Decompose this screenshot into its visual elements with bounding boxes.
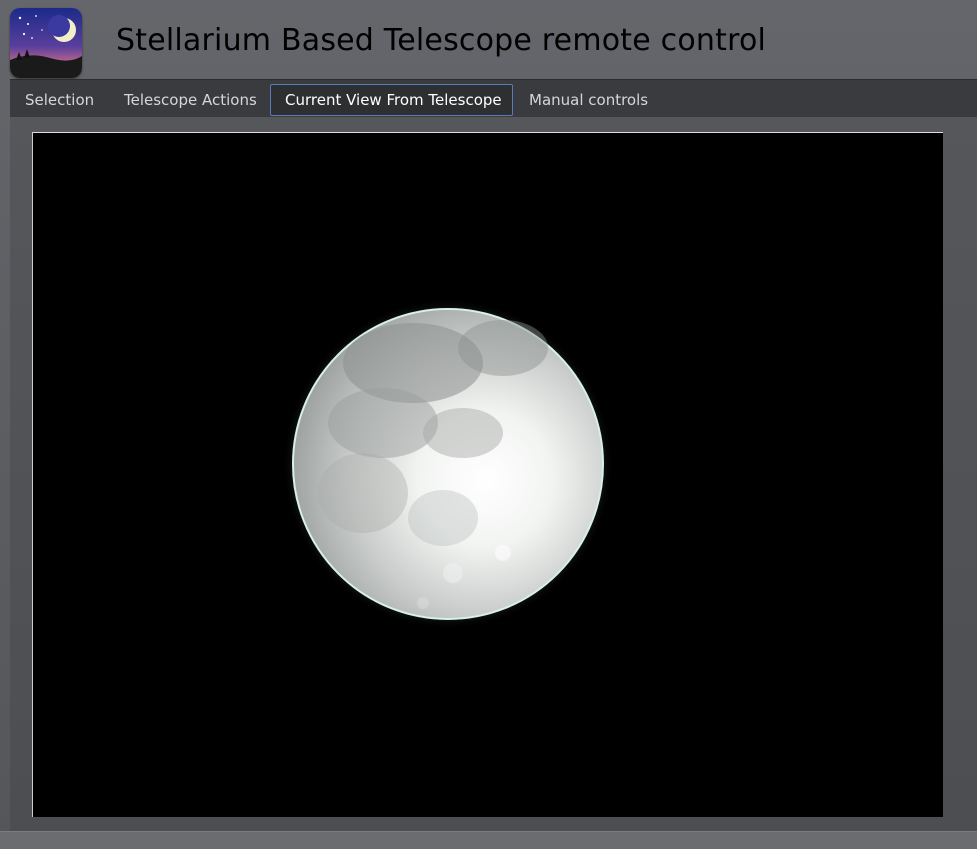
header: Stellarium Based Telescope remote contro… <box>0 0 977 80</box>
tab-selection[interactable]: Selection <box>11 84 108 116</box>
page-title: Stellarium Based Telescope remote contro… <box>116 23 767 58</box>
tab-manual-controls[interactable]: Manual controls <box>515 84 662 116</box>
tab-bar: Selection Telescope Actions Current View… <box>10 79 977 118</box>
stellarium-moon-icon <box>10 8 82 78</box>
tab-telescope-actions[interactable]: Telescope Actions <box>110 84 271 116</box>
footer-strip <box>0 831 977 849</box>
app-window: Stellarium Based Telescope remote contro… <box>0 0 977 849</box>
moon-image <box>33 133 943 817</box>
tab-current-view[interactable]: Current View From Telescope <box>270 84 513 116</box>
telescope-view-image <box>32 132 943 817</box>
